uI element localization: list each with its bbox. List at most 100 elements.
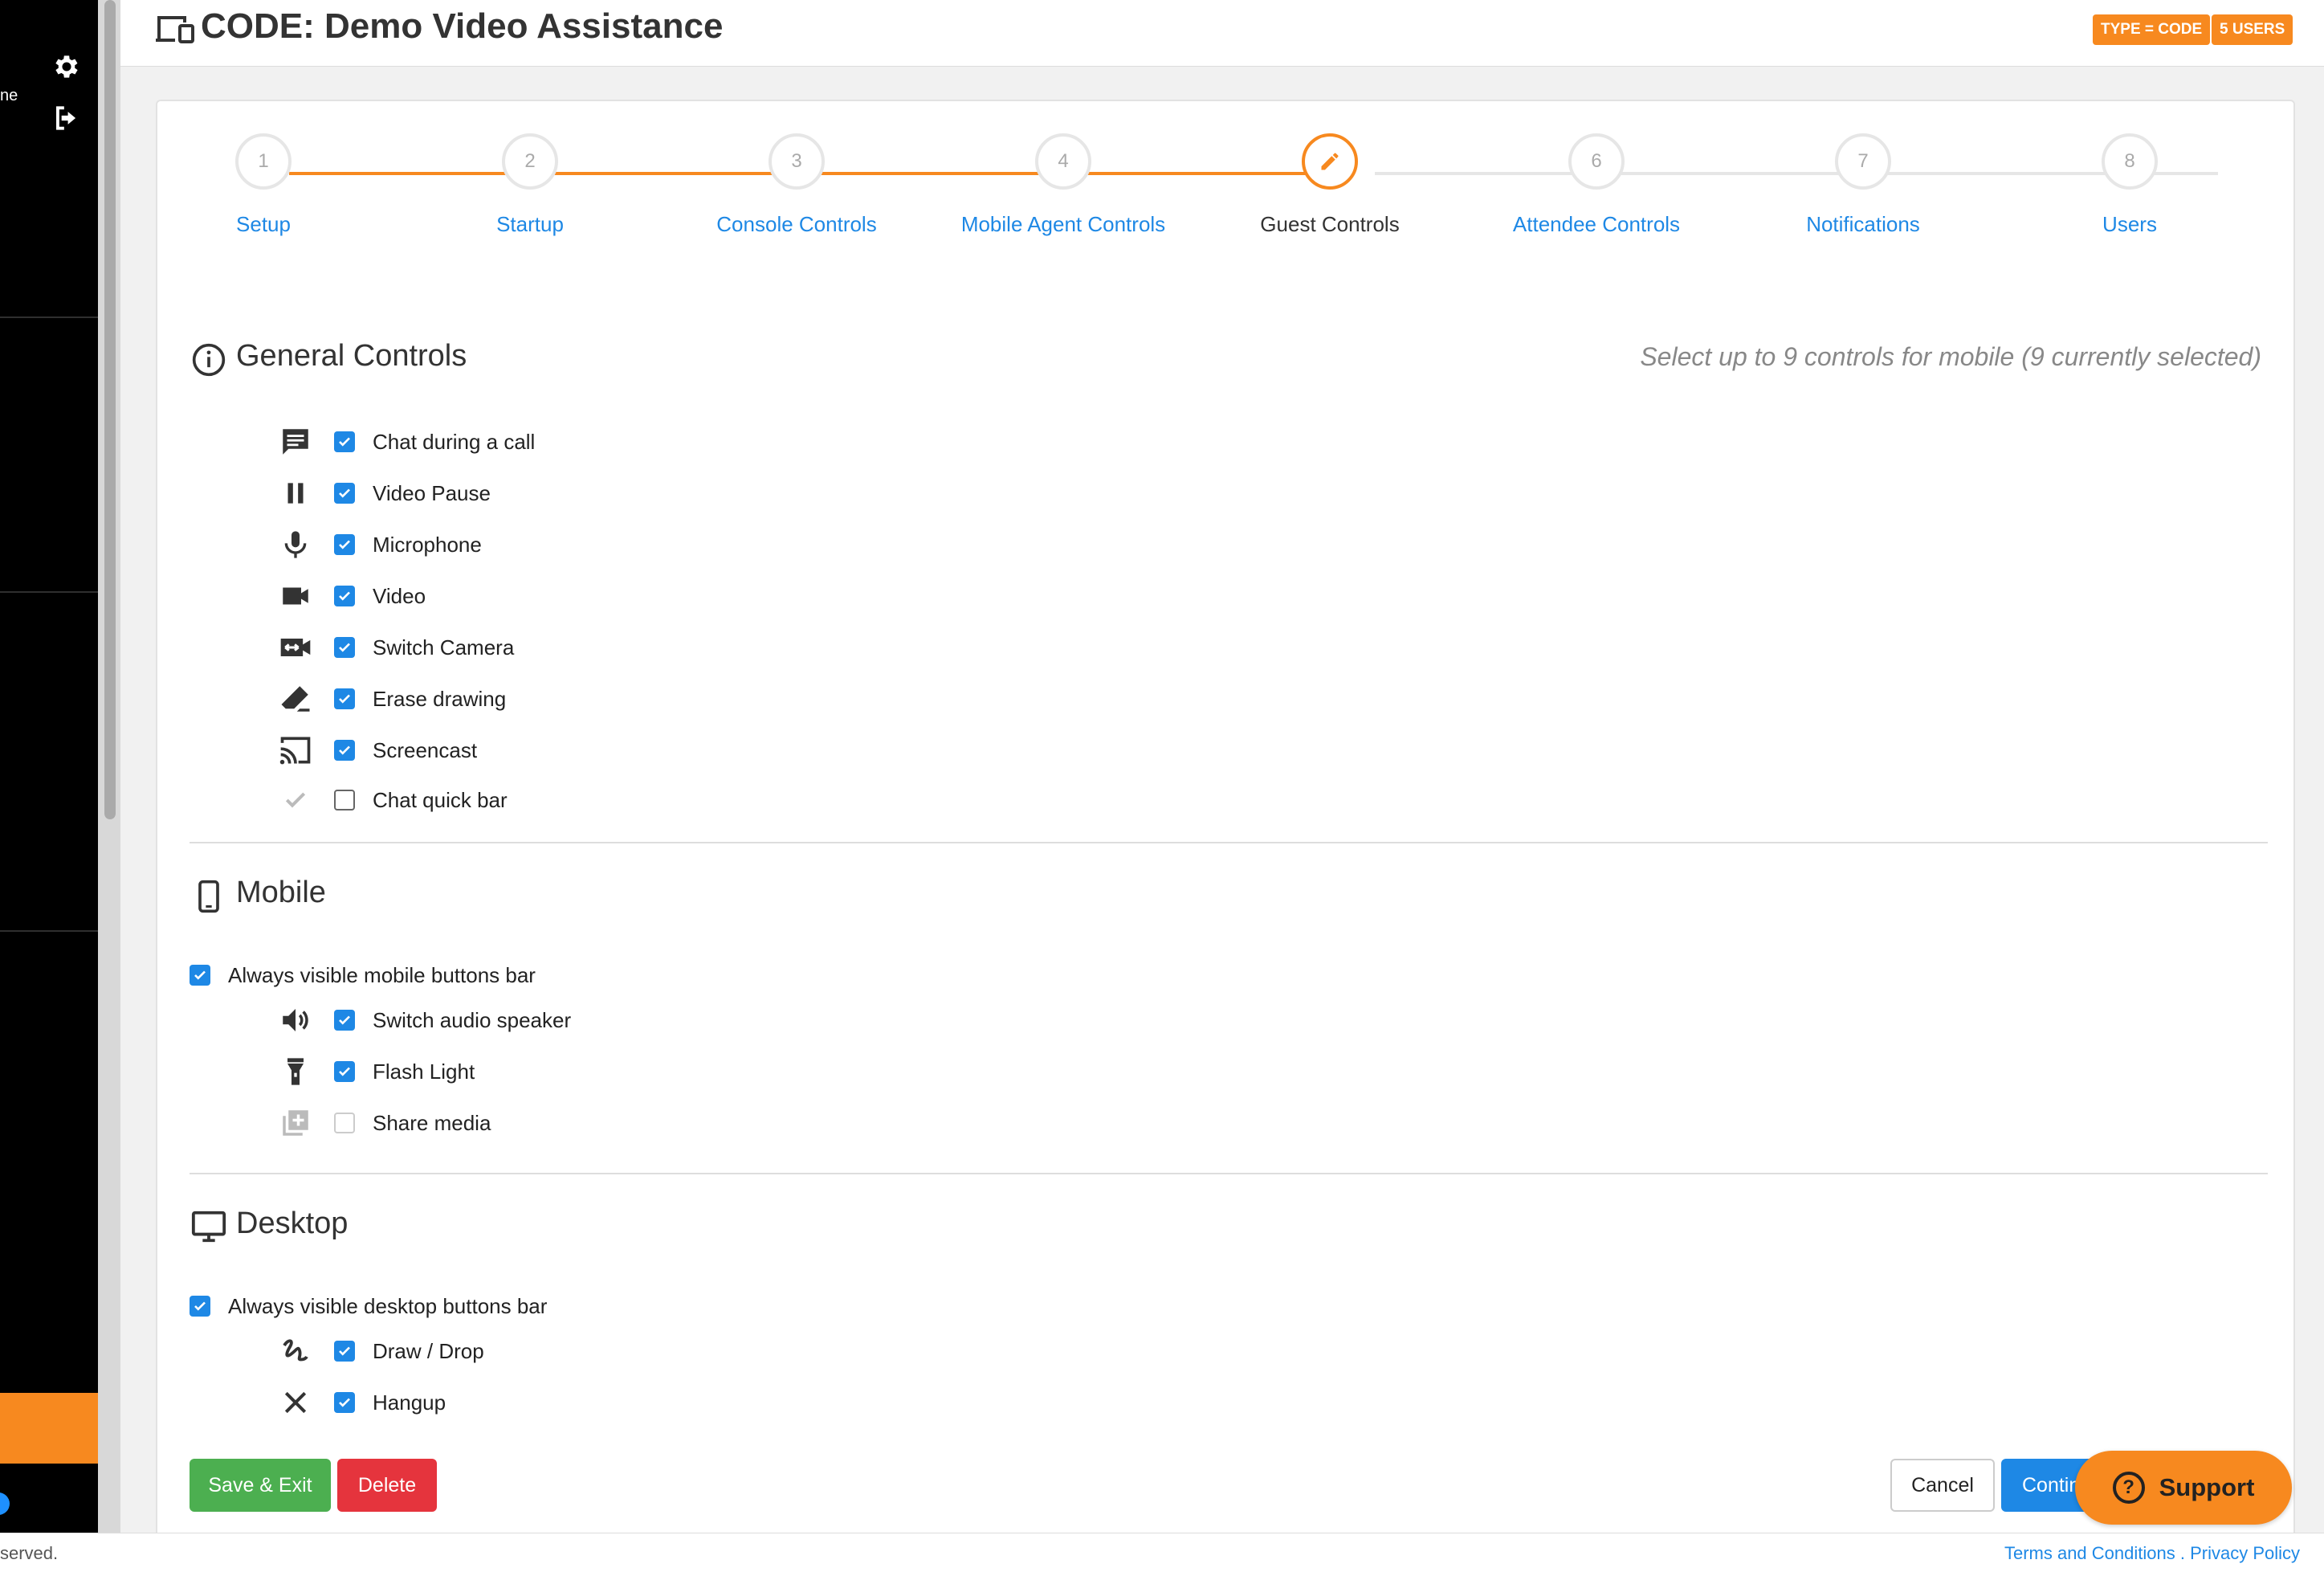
support-label: Support — [2159, 1473, 2255, 1501]
users-badge: 5 USERS — [2212, 14, 2293, 45]
control-erase-drawing[interactable]: Erase drawing — [276, 678, 506, 720]
status-dot — [0, 1492, 10, 1515]
mobile-phone-icon — [198, 880, 219, 913]
step-number: 2 — [502, 133, 558, 190]
control-label: Video Pause — [373, 480, 491, 505]
checkbox[interactable] — [334, 483, 355, 504]
privacy-link[interactable]: Privacy Policy — [2190, 1543, 2300, 1563]
step-users[interactable]: 8 Users — [2009, 133, 2250, 237]
page-title: CODE: Demo Video Assistance — [201, 6, 724, 46]
control-label: Erase drawing — [373, 686, 507, 711]
checkbox[interactable] — [334, 1341, 355, 1362]
checkbox[interactable] — [334, 637, 355, 658]
step-setup[interactable]: 1 Setup — [143, 133, 384, 237]
control-flash-light[interactable]: Flash Light — [276, 1051, 475, 1092]
sidebar-highlight[interactable] — [0, 1393, 98, 1464]
always-visible-mobile-bar[interactable]: Always visible mobile buttons bar — [190, 954, 536, 996]
checkbox[interactable] — [334, 790, 355, 810]
check-icon — [285, 792, 306, 808]
step-number: 3 — [769, 133, 825, 190]
flashlight-icon — [287, 1058, 304, 1085]
control-microphone[interactable]: Microphone — [276, 524, 482, 566]
draw-icon — [283, 1339, 308, 1362]
video-camera-icon — [283, 587, 308, 605]
control-draw-drop[interactable]: Draw / Drop — [276, 1330, 484, 1372]
checkbox[interactable] — [334, 1010, 355, 1031]
scrollbar-thumb[interactable] — [104, 0, 116, 819]
checkbox[interactable] — [334, 431, 355, 452]
checkbox[interactable] — [334, 534, 355, 555]
control-label: Flash Light — [373, 1059, 475, 1084]
checkbox[interactable] — [334, 1392, 355, 1413]
close-icon — [284, 1391, 307, 1414]
step-label: Guest Controls — [1260, 212, 1400, 236]
step-number: 4 — [1035, 133, 1091, 190]
cancel-button[interactable]: Cancel — [1890, 1459, 1995, 1512]
control-label: Switch audio speaker — [373, 1007, 572, 1032]
gear-icon[interactable] — [51, 51, 82, 82]
sidebar-divider — [0, 930, 98, 932]
step-guest-controls[interactable]: Guest Controls — [1209, 133, 1450, 237]
speaker-icon — [283, 1009, 308, 1031]
control-screencast[interactable]: Screencast — [276, 729, 477, 771]
microphone-icon — [284, 531, 307, 558]
step-label[interactable]: Startup — [410, 212, 650, 237]
step-label[interactable]: Attendee Controls — [1476, 212, 1717, 237]
checkbox[interactable] — [190, 965, 210, 986]
checkbox[interactable] — [334, 1061, 355, 1082]
control-label: Always visible desktop buttons bar — [228, 1293, 548, 1318]
step-startup[interactable]: 2 Startup — [410, 133, 650, 237]
control-video-pause[interactable]: Video Pause — [276, 472, 491, 514]
step-current-circle — [1302, 133, 1358, 190]
step-label[interactable]: Console Controls — [676, 212, 917, 237]
control-label: Chat quick bar — [373, 787, 508, 812]
desktop-title: Desktop — [236, 1207, 349, 1240]
section-divider — [190, 1173, 2268, 1174]
step-notifications[interactable]: 7 Notifications — [1743, 133, 1984, 237]
footer-links: Terms and Conditions . Privacy Policy — [2004, 1543, 2300, 1564]
copyright-text: served. — [0, 1543, 59, 1563]
page-header: CODE: Demo Video Assistance TYPE = CODE … — [120, 0, 2324, 67]
terms-link[interactable]: Terms and Conditions — [2004, 1543, 2175, 1563]
control-label: Screencast — [373, 737, 478, 762]
control-switch-camera[interactable]: Switch Camera — [276, 627, 514, 668]
section-divider — [190, 842, 2268, 843]
control-label: Draw / Drop — [373, 1338, 484, 1363]
step-label[interactable]: Setup — [143, 212, 384, 237]
step-console-controls[interactable]: 3 Console Controls — [676, 133, 917, 237]
sidebar: ne — [0, 0, 98, 1533]
control-label: Chat during a call — [373, 429, 536, 454]
checkbox[interactable] — [334, 740, 355, 761]
checkbox[interactable] — [334, 688, 355, 709]
control-label: Microphone — [373, 532, 482, 557]
step-label[interactable]: Notifications — [1743, 212, 1984, 237]
control-hangup[interactable]: Hangup — [276, 1382, 446, 1423]
sidebar-divider — [0, 591, 98, 593]
checkbox[interactable] — [190, 1296, 210, 1317]
save-exit-button[interactable]: Save & Exit — [190, 1459, 331, 1512]
type-badge: TYPE = CODE — [2093, 14, 2211, 45]
control-video[interactable]: Video — [276, 575, 426, 617]
control-chat-quick-bar[interactable]: Chat quick bar — [276, 779, 508, 821]
control-switch-audio-speaker[interactable]: Switch audio speaker — [276, 999, 571, 1041]
help-icon: ? — [2112, 1472, 2145, 1504]
step-attendee-controls[interactable]: 6 Attendee Controls — [1476, 133, 1717, 237]
step-label[interactable]: Users — [2009, 212, 2250, 237]
step-mobile-agent-controls[interactable]: 4 Mobile Agent Controls — [943, 133, 1184, 237]
logout-icon[interactable] — [51, 103, 82, 133]
control-label: Share media — [373, 1110, 491, 1135]
sidebar-cut-text: ne — [0, 87, 18, 104]
delete-button[interactable]: Delete — [337, 1459, 437, 1512]
screencast-icon — [279, 737, 311, 765]
checkbox[interactable] — [334, 586, 355, 606]
control-label: Video — [373, 583, 426, 608]
support-button[interactable]: ? Support — [2075, 1451, 2292, 1525]
sidebar-divider — [0, 316, 98, 318]
chat-icon — [283, 429, 308, 455]
always-visible-desktop-bar[interactable]: Always visible desktop buttons bar — [190, 1285, 547, 1327]
footer: served. Terms and Conditions . Privacy P… — [0, 1533, 2324, 1572]
pencil-icon — [1321, 153, 1339, 170]
step-label[interactable]: Mobile Agent Controls — [943, 212, 1184, 237]
control-chat-during-call[interactable]: Chat during a call — [276, 421, 535, 463]
selection-hint: Select up to 9 controls for mobile (9 cu… — [1640, 342, 2261, 371]
